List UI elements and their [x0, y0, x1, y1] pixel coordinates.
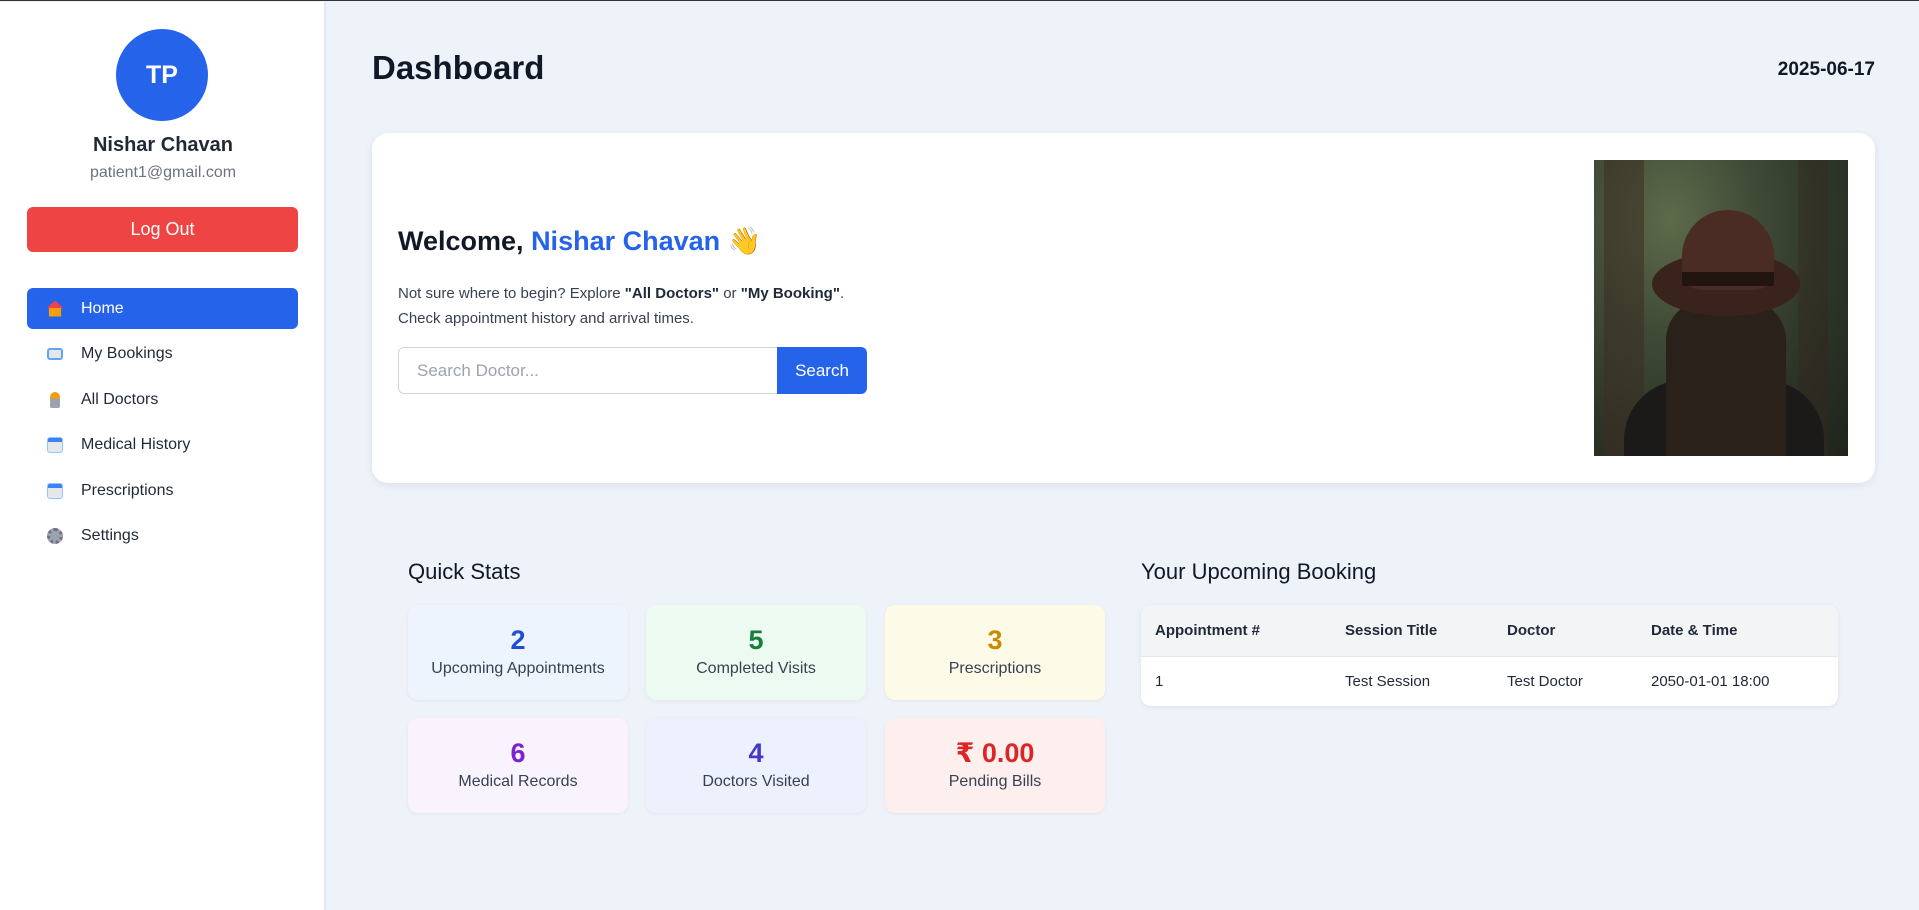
sidebar-item-label: All Doctors: [81, 390, 159, 408]
user-name: Nishar Chavan: [92, 134, 234, 156]
table-cell: Test Doctor: [1507, 672, 1583, 690]
welcome-image: [1594, 160, 1848, 456]
user-email: patient1@gmail.com: [89, 164, 237, 181]
stat-value: ₹ 0.00: [955, 738, 1035, 768]
home-icon: [47, 300, 63, 317]
sidebar-item-label: Settings: [81, 527, 139, 545]
sidebar-item-medical-history[interactable]: Medical History: [27, 425, 298, 466]
stat-card: ₹ 0.00 Pending Bills: [885, 718, 1105, 813]
welcome-desc-or: or: [719, 285, 741, 302]
search-button[interactable]: Search: [777, 347, 867, 394]
upcoming-booking-title: Your Upcoming Booking: [1141, 559, 1377, 584]
welcome-card: Welcome, Nishar Chavan 👋 Not sure where …: [372, 133, 1875, 483]
welcome-prefix: Welcome,: [398, 226, 532, 256]
stat-label: Prescriptions: [948, 660, 1042, 677]
table-row: 1 Test Session Test Doctor 2050-01-01 18…: [1141, 656, 1838, 706]
doctor-icon: [50, 391, 60, 408]
quick-stats-title: Quick Stats: [408, 559, 521, 584]
stat-card: 4 Doctors Visited: [646, 718, 866, 813]
sidebar-nav: Home My Bookings All Doctors Medical His…: [27, 288, 298, 562]
upcoming-booking-table: Appointment # Session Title Doctor Date …: [1141, 605, 1838, 706]
avatar: TP: [116, 29, 208, 121]
all-doctors-link: "All Doctors": [624, 285, 720, 302]
stat-label: Doctors Visited: [702, 773, 810, 790]
stat-card: 2 Upcoming Appointments: [408, 605, 628, 700]
sidebar: TP Nishar Chavan patient1@gmail.com Log …: [0, 2, 326, 910]
calendar-icon: [47, 437, 63, 454]
welcome-desc-text: Not sure where to begin? Explore: [398, 285, 625, 302]
book-icon: [47, 348, 63, 361]
stat-label: Completed Visits: [696, 660, 816, 677]
stat-value: 6: [510, 738, 526, 768]
stat-card: 3 Prescriptions: [885, 605, 1105, 700]
search-doctor-input[interactable]: [398, 347, 780, 394]
stat-card: 5 Completed Visits: [646, 605, 866, 700]
stat-value: 4: [748, 738, 764, 768]
sidebar-item-all-doctors[interactable]: All Doctors: [27, 379, 298, 420]
sidebar-item-settings[interactable]: Settings: [27, 516, 298, 557]
sidebar-item-label: Prescriptions: [81, 481, 174, 499]
stat-label: Upcoming Appointments: [431, 660, 605, 677]
table-cell: 1: [1155, 672, 1164, 690]
logout-button[interactable]: Log Out: [27, 207, 298, 252]
table-header-row: Appointment # Session Title Doctor Date …: [1141, 605, 1838, 657]
sidebar-item-label: Home: [81, 299, 124, 317]
sidebar-item-label: Medical History: [81, 436, 191, 454]
column-header: Session Title: [1331, 605, 1493, 657]
welcome-description: Not sure where to begin? Explore "All Do…: [398, 281, 844, 331]
stat-value: 3: [987, 625, 1003, 655]
welcome-user-name: Nishar Chavan: [531, 226, 721, 256]
stat-label: Pending Bills: [948, 773, 1042, 790]
table-cell: Test Session: [1345, 672, 1431, 690]
sidebar-item-home[interactable]: Home: [27, 288, 298, 329]
gear-icon: [47, 528, 63, 545]
column-header: Appointment #: [1141, 605, 1331, 657]
stat-card: 6 Medical Records: [408, 718, 628, 813]
my-booking-link: "My Booking": [740, 285, 840, 302]
sidebar-item-my-bookings[interactable]: My Bookings: [27, 334, 298, 375]
welcome-heading: Welcome, Nishar Chavan 👋: [398, 225, 761, 257]
welcome-desc-text-2: Check appointment history and arrival ti…: [398, 310, 694, 327]
column-header: Date & Time: [1637, 605, 1838, 657]
sidebar-item-label: My Bookings: [81, 345, 173, 363]
calendar-icon: [47, 482, 63, 499]
stat-value: 2: [510, 625, 526, 655]
column-header: Doctor: [1493, 605, 1637, 657]
stat-value: 5: [748, 625, 764, 655]
current-date: 2025-06-17: [1777, 59, 1875, 80]
page-title: Dashboard: [372, 49, 545, 86]
welcome-desc-end: .: [839, 285, 845, 302]
stat-label: Medical Records: [458, 773, 578, 790]
sidebar-item-prescriptions[interactable]: Prescriptions: [27, 470, 298, 511]
table-cell: 2050-01-01 18:00: [1651, 672, 1770, 690]
wave-icon: 👋: [727, 226, 762, 256]
